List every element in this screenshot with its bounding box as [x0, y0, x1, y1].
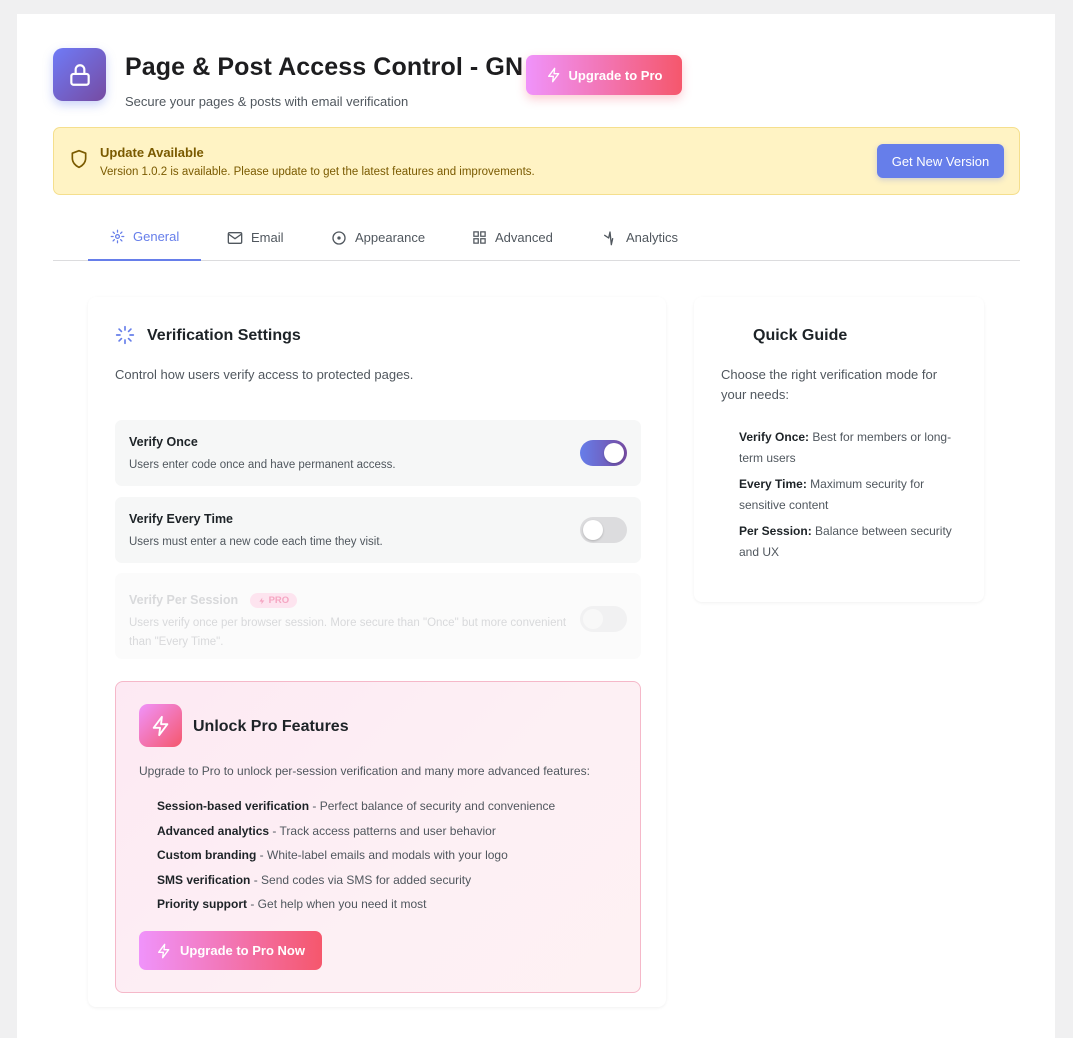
option-verify-once: Verify Once Users enter code once and ha… [115, 420, 641, 486]
verify-every-time-toggle[interactable] [580, 517, 627, 543]
page-title: Page & Post Access Control - GN [125, 53, 524, 81]
guide-list: Verify Once: Best for members or long-te… [739, 427, 969, 568]
guide-description: Choose the right verification mode for y… [721, 367, 938, 402]
list-item: Custom branding - White-label emails and… [157, 848, 508, 862]
grid-icon [473, 231, 486, 244]
notice-title: Update Available [100, 145, 204, 160]
list-item: Advanced analytics - Track access patter… [157, 823, 496, 838]
tab-advanced-label: Advanced [495, 230, 553, 245]
list-item: Every Time: Maximum security for sensiti… [739, 477, 925, 512]
upgrade-to-pro-now-button[interactable]: Upgrade to Pro Now [139, 931, 322, 970]
pro-badge: PRO [249, 593, 298, 609]
option-title: Verify Every Time [129, 512, 234, 526]
lightning-icon [158, 943, 170, 958]
lightning-icon [152, 715, 168, 736]
pro-feature-list: Session-based verification - Perfect bal… [157, 799, 555, 922]
pro-title: Unlock Pro Features [193, 718, 349, 735]
circle-icon [332, 230, 346, 245]
section-description: Control how users verify access to prote… [115, 367, 414, 382]
list-item: Verify Once: Best for members or long-te… [739, 430, 952, 465]
tab-email-label: Email [251, 230, 284, 245]
upgrade-to-pro-now-label: Upgrade to Pro Now [180, 943, 305, 958]
pro-badge-label: PRO [268, 595, 290, 607]
tab-general[interactable]: General [88, 214, 202, 261]
lightning-icon [547, 67, 559, 83]
option-description: Users enter code once and have permanent… [129, 459, 396, 471]
mail-icon [227, 231, 243, 244]
section-title: Verification Settings [147, 327, 301, 344]
guide-title: Quick Guide [753, 327, 848, 344]
option-title: Verify Once [129, 435, 198, 449]
verify-once-toggle[interactable] [580, 440, 627, 466]
list-item: SMS verification - Send codes via SMS fo… [157, 872, 472, 887]
tab-email[interactable]: Email [205, 214, 306, 261]
tab-advanced[interactable]: Advanced [450, 214, 575, 261]
option-description: Users must enter a new code each time th… [129, 536, 383, 548]
lock-icon [69, 63, 90, 86]
toggle-knob [583, 609, 603, 629]
pro-icon-box [139, 704, 182, 747]
list-item: Priority support - Get help when you nee… [157, 897, 427, 911]
update-notice: Update Available Version 1.0.2 is availa… [53, 127, 1020, 195]
gear-icon [110, 229, 125, 244]
shield-icon [71, 149, 87, 169]
plugin-header: Page & Post Access Control - GN Secure y… [53, 48, 753, 128]
tab-analytics-label: Analytics [626, 230, 679, 245]
tab-appearance[interactable]: Appearance [309, 214, 447, 261]
list-item: Per Session: Balance between security an… [739, 524, 952, 559]
option-title: Verify Per Session [129, 593, 239, 607]
tab-appearance-label: Appearance [355, 230, 426, 245]
tab-general-label: General [133, 229, 180, 244]
upgrade-to-pro-button[interactable]: Upgrade to Pro [526, 55, 682, 95]
tab-analytics[interactable]: Analytics [580, 214, 700, 261]
notice-text: Version 1.0.2 is available. Please updat… [100, 166, 535, 178]
pro-description: Upgrade to Pro to unlock per-session ver… [139, 764, 590, 778]
toggle-knob [604, 443, 624, 463]
list-item: Session-based verification - Perfect bal… [157, 799, 556, 813]
option-description: Users verify once per browser session. M… [129, 617, 567, 648]
option-verify-every-time: Verify Every Time Users must enter a new… [115, 497, 641, 563]
settings-page: Page & Post Access Control - GN Secure y… [17, 14, 1055, 1038]
lightning-icon [258, 597, 264, 605]
verification-settings-card: Verification Settings Control how users … [88, 297, 666, 1007]
loader-icon [115, 325, 135, 345]
unlock-pro-panel: Unlock Pro Features Upgrade to Pro to un… [115, 681, 641, 993]
option-title-row: Verify Per Session PRO [129, 593, 298, 609]
page-subtitle: Secure your pages & posts with email ver… [125, 94, 409, 109]
verify-per-session-toggle [580, 606, 627, 632]
toggle-knob [583, 520, 603, 540]
settings-tabs: General Email Appearance Advanced Analyt… [53, 214, 1020, 261]
get-new-version-button[interactable]: Get New Version [877, 144, 1004, 178]
plugin-logo [53, 48, 106, 101]
activity-icon [604, 230, 614, 245]
option-verify-per-session: Verify Per Session PRO Users verify once… [115, 573, 641, 659]
upgrade-to-pro-label: Upgrade to Pro [568, 67, 663, 83]
quick-guide-card: Quick Guide Choose the right verificatio… [694, 297, 984, 602]
